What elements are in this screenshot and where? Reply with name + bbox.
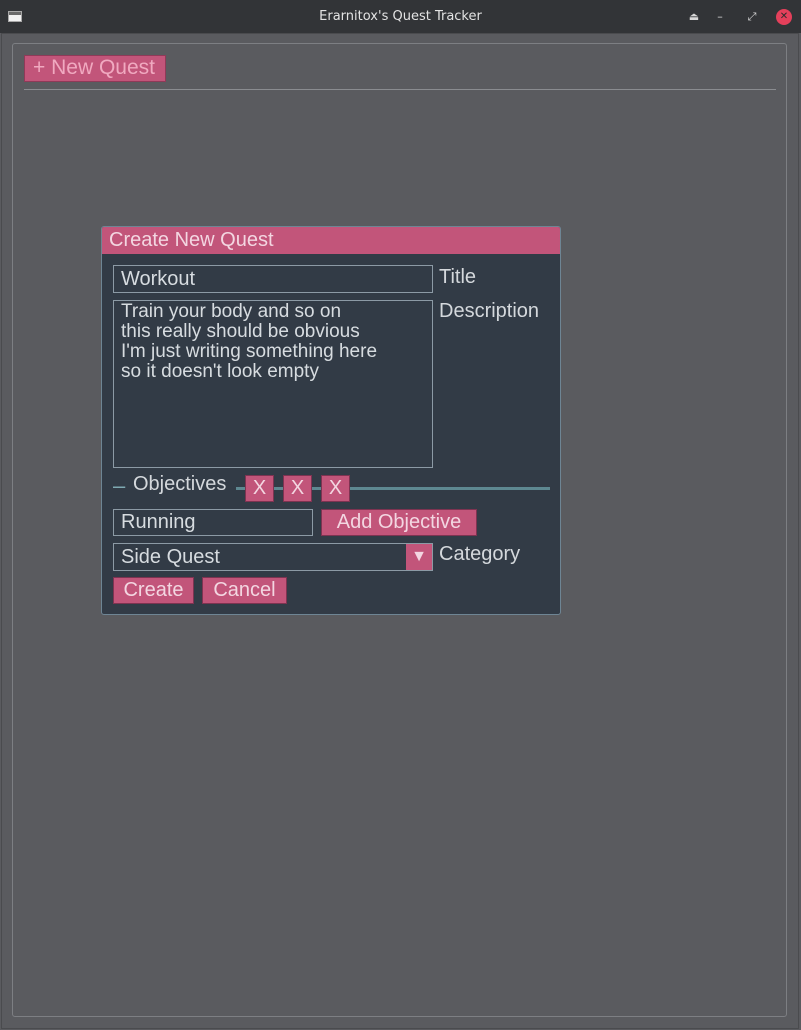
remove-objective-button[interactable]: X [245, 475, 274, 502]
description-text: Train your body and so on this really sh… [121, 301, 378, 382]
description-textarea[interactable]: Train your body and so on this really sh… [113, 300, 433, 468]
objectives-label: Objectives [133, 473, 227, 495]
description-label: Description [439, 300, 540, 322]
create-button[interactable]: Create [113, 577, 194, 604]
category-label: Category [439, 543, 521, 565]
add-objective-button[interactable]: Add Objective [321, 509, 477, 536]
dialog-title[interactable]: Create New Quest [102, 227, 560, 254]
header-divider [24, 89, 776, 90]
keep-above-icon[interactable]: ⏏ [686, 9, 702, 25]
title-label: Title [439, 266, 477, 288]
chevron-down-icon[interactable]: ▼ [406, 544, 432, 570]
remove-objective-button[interactable]: X [283, 475, 312, 502]
remove-objective-button[interactable]: X [321, 475, 350, 502]
window-titlebar[interactable]: Erarnitox's Quest Tracker ⏏ – ⤢ ✕ [0, 0, 801, 33]
window-title: Erarnitox's Quest Tracker [319, 9, 482, 24]
new-quest-button[interactable]: + New Quest [24, 55, 166, 82]
objectives-collapse-toggle[interactable]: – [113, 473, 125, 499]
category-select[interactable]: Side Quest ▼ [113, 543, 433, 571]
close-icon[interactable]: ✕ [776, 9, 792, 25]
create-quest-dialog: Create New Quest Workout Title Train you… [101, 226, 561, 615]
objective-input[interactable]: Running [113, 509, 313, 536]
cancel-button[interactable]: Cancel [202, 577, 287, 604]
minimize-icon[interactable]: – [712, 9, 728, 25]
title-input[interactable]: Workout [113, 265, 433, 293]
category-selected-value: Side Quest [121, 546, 220, 568]
maximize-icon[interactable]: ⤢ [744, 9, 760, 25]
